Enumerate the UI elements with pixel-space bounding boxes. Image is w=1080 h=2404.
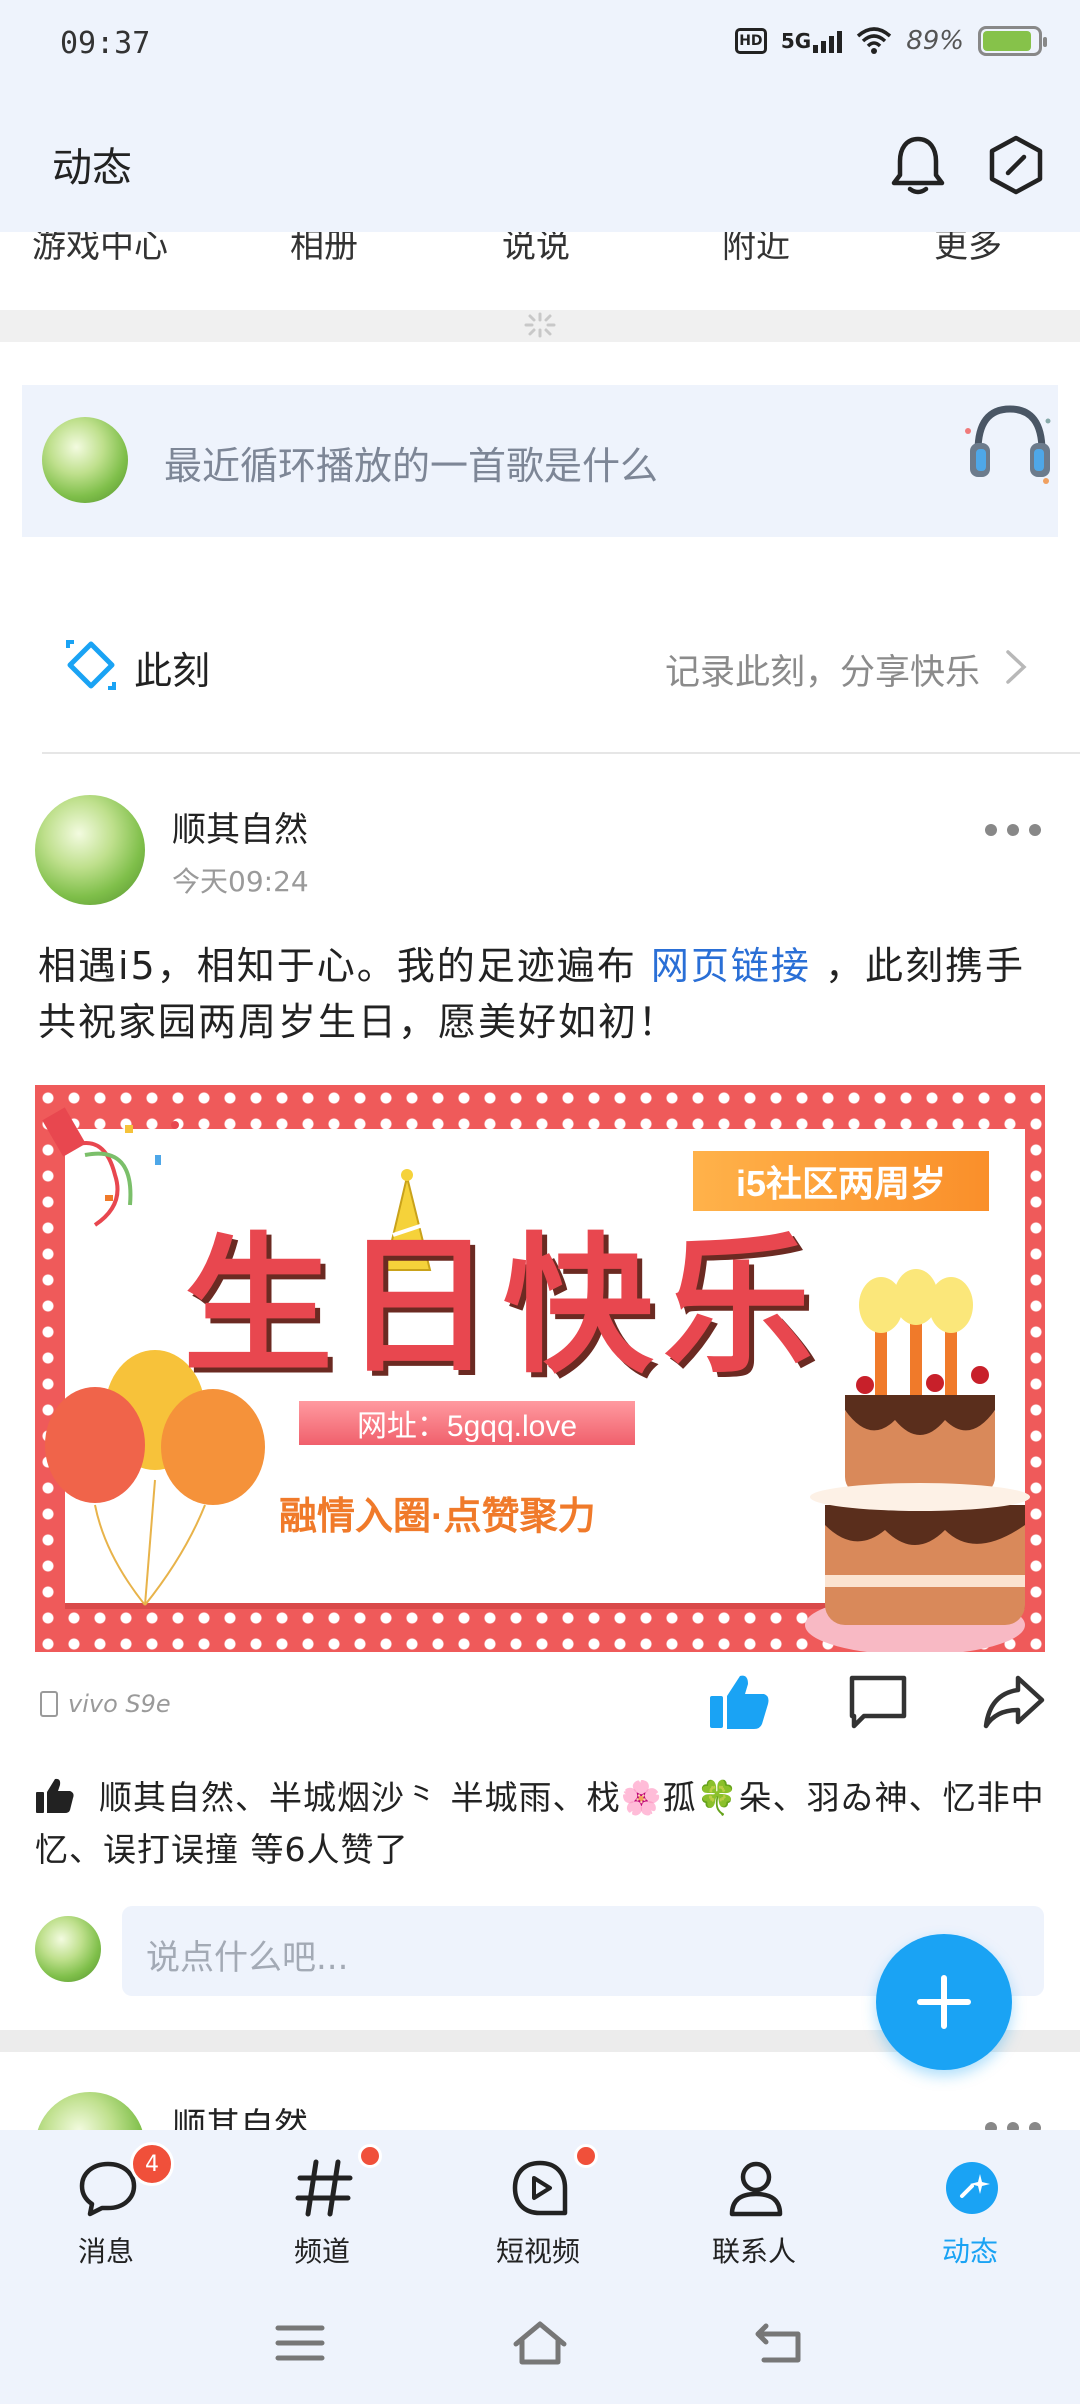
banner-slogan: 融情入圈·点赞聚力 bbox=[279, 1496, 596, 1538]
shortcut-more[interactable]: 更多 bbox=[934, 232, 1002, 267]
tab-channels[interactable]: 频道 bbox=[222, 2130, 422, 2280]
short-video-icon bbox=[512, 2160, 568, 2216]
tab-moments[interactable]: 动态 bbox=[870, 2130, 1070, 2280]
post-author-name[interactable]: 顺其自然 bbox=[172, 802, 308, 851]
more-options-icon[interactable] bbox=[985, 820, 1041, 840]
device-info: vivo S9e bbox=[40, 1690, 171, 1718]
share-icon[interactable] bbox=[982, 1672, 1046, 1732]
tab-short-video[interactable]: 短视频 bbox=[438, 2130, 638, 2280]
post-image-birthday-banner[interactable]: i5社区两周岁 生日快乐 网址：5gqq.love 融情入圈·点赞聚力 bbox=[35, 1085, 1045, 1652]
post-timestamp: 今天09:24 bbox=[172, 865, 309, 898]
banner-url: 网址：5gqq.love bbox=[297, 1399, 637, 1447]
headphones-icon bbox=[965, 405, 1051, 484]
moment-row[interactable]: 此刻 记录此刻，分享快乐 bbox=[0, 600, 1080, 730]
tab-messages[interactable]: 4 消息 bbox=[6, 2130, 206, 2280]
notification-dot bbox=[574, 2144, 598, 2168]
shortcut-nearby[interactable]: 附近 bbox=[722, 232, 790, 267]
battery-percent: 89% bbox=[906, 26, 964, 56]
contacts-icon bbox=[729, 2161, 783, 2217]
liked-thumb-icon bbox=[36, 1778, 74, 1813]
status-bar: 09:37 HD 5G 89% bbox=[0, 0, 1080, 95]
status-icons: HD 5G 89% bbox=[734, 26, 1047, 56]
system-nav-bar bbox=[0, 2280, 1080, 2404]
unread-badge: 4 bbox=[130, 2142, 174, 2186]
post-author-avatar[interactable] bbox=[35, 795, 145, 905]
notification-dot bbox=[358, 2144, 382, 2168]
page-header: 动态 bbox=[0, 95, 1080, 232]
cellular-signal-icon: 5G bbox=[780, 29, 843, 53]
hexagon-icon[interactable] bbox=[984, 133, 1048, 197]
web-link[interactable]: 网页链接 bbox=[651, 944, 811, 988]
likes-text: 顺其自然、半城烟沙⺀ 半城雨、𣏾🌸孤🍀朵、羽ゐ神、忆非中忆、误打误撞 等6人赞了 bbox=[35, 1778, 1045, 1869]
page-title: 动态 bbox=[52, 145, 132, 191]
my-avatar bbox=[35, 1916, 101, 1982]
tab-label: 动态 bbox=[941, 2235, 998, 2268]
network-type: 5G bbox=[780, 29, 812, 53]
tab-label: 频道 bbox=[293, 2235, 350, 2268]
moment-label: 此刻 bbox=[134, 649, 211, 693]
post-text-before: 相遇i5，相知于心。我的足迹遍布 bbox=[38, 944, 637, 988]
home-icon[interactable] bbox=[512, 2320, 568, 2366]
comment-placeholder: 说点什么吧... bbox=[146, 1938, 349, 1978]
shortcut-row: 游戏中心 相册 说说 附近 更多 bbox=[0, 232, 1080, 308]
comment-icon[interactable] bbox=[846, 1672, 910, 1732]
divider bbox=[42, 752, 1080, 754]
prompt-text: 最近循环播放的一首歌是什么 bbox=[164, 444, 659, 488]
channel-hash-icon bbox=[295, 2159, 353, 2217]
post-body: 相遇i5，相知于心。我的足迹遍布 网页链接 ，此刻携手共祝家园两周岁生日，愿美好… bbox=[38, 938, 1048, 1050]
device-name: vivo S9e bbox=[68, 1690, 171, 1718]
chevron-right-icon bbox=[1006, 650, 1027, 684]
tab-label: 消息 bbox=[77, 2235, 134, 2268]
shortcut-game-center[interactable]: 游戏中心 bbox=[32, 232, 168, 267]
moments-icon bbox=[946, 2162, 998, 2214]
birthday-cake-icon bbox=[805, 1269, 1030, 1652]
wifi-icon bbox=[857, 27, 892, 54]
plus-icon bbox=[917, 1975, 971, 2029]
status-time: 09:37 bbox=[60, 26, 151, 61]
tab-contacts[interactable]: 联系人 bbox=[654, 2130, 854, 2280]
hd-icon: HD bbox=[734, 28, 767, 54]
add-post-button[interactable] bbox=[876, 1934, 1012, 2070]
battery-icon bbox=[978, 26, 1047, 56]
phone-icon bbox=[40, 1691, 58, 1717]
like-thumb-icon[interactable] bbox=[708, 1672, 772, 1732]
moment-hint: 记录此刻，分享快乐 bbox=[664, 653, 980, 693]
menu-icon[interactable] bbox=[272, 2320, 328, 2366]
shortcut-album[interactable]: 相册 bbox=[290, 232, 358, 267]
party-popper-icon bbox=[42, 1107, 179, 1227]
bell-icon[interactable] bbox=[888, 133, 948, 197]
message-icon bbox=[79, 2161, 137, 2217]
likes-list[interactable]: 顺其自然、半城烟沙⺀ 半城雨、𣏾🌸孤🍀朵、羽ゐ神、忆非中忆、误打误撞 等6人赞了 bbox=[35, 1772, 1055, 1876]
avatar bbox=[42, 417, 128, 503]
bottom-nav: 4 消息 频道 短视频 联系人 动态 bbox=[0, 2130, 1080, 2280]
moment-diamond-icon bbox=[66, 640, 116, 690]
shortcut-shuoshuo[interactable]: 说说 bbox=[502, 232, 570, 267]
tab-label: 联系人 bbox=[711, 2235, 796, 2268]
banner-title: 生日快乐 bbox=[183, 1220, 824, 1394]
top-bar: 09:37 HD 5G 89% 动态 bbox=[0, 0, 1080, 232]
back-icon[interactable] bbox=[752, 2320, 808, 2366]
loading-spinner-icon bbox=[524, 312, 556, 338]
tab-label: 短视频 bbox=[495, 2235, 580, 2268]
question-prompt-card[interactable]: 最近循环播放的一首歌是什么 bbox=[22, 385, 1058, 537]
